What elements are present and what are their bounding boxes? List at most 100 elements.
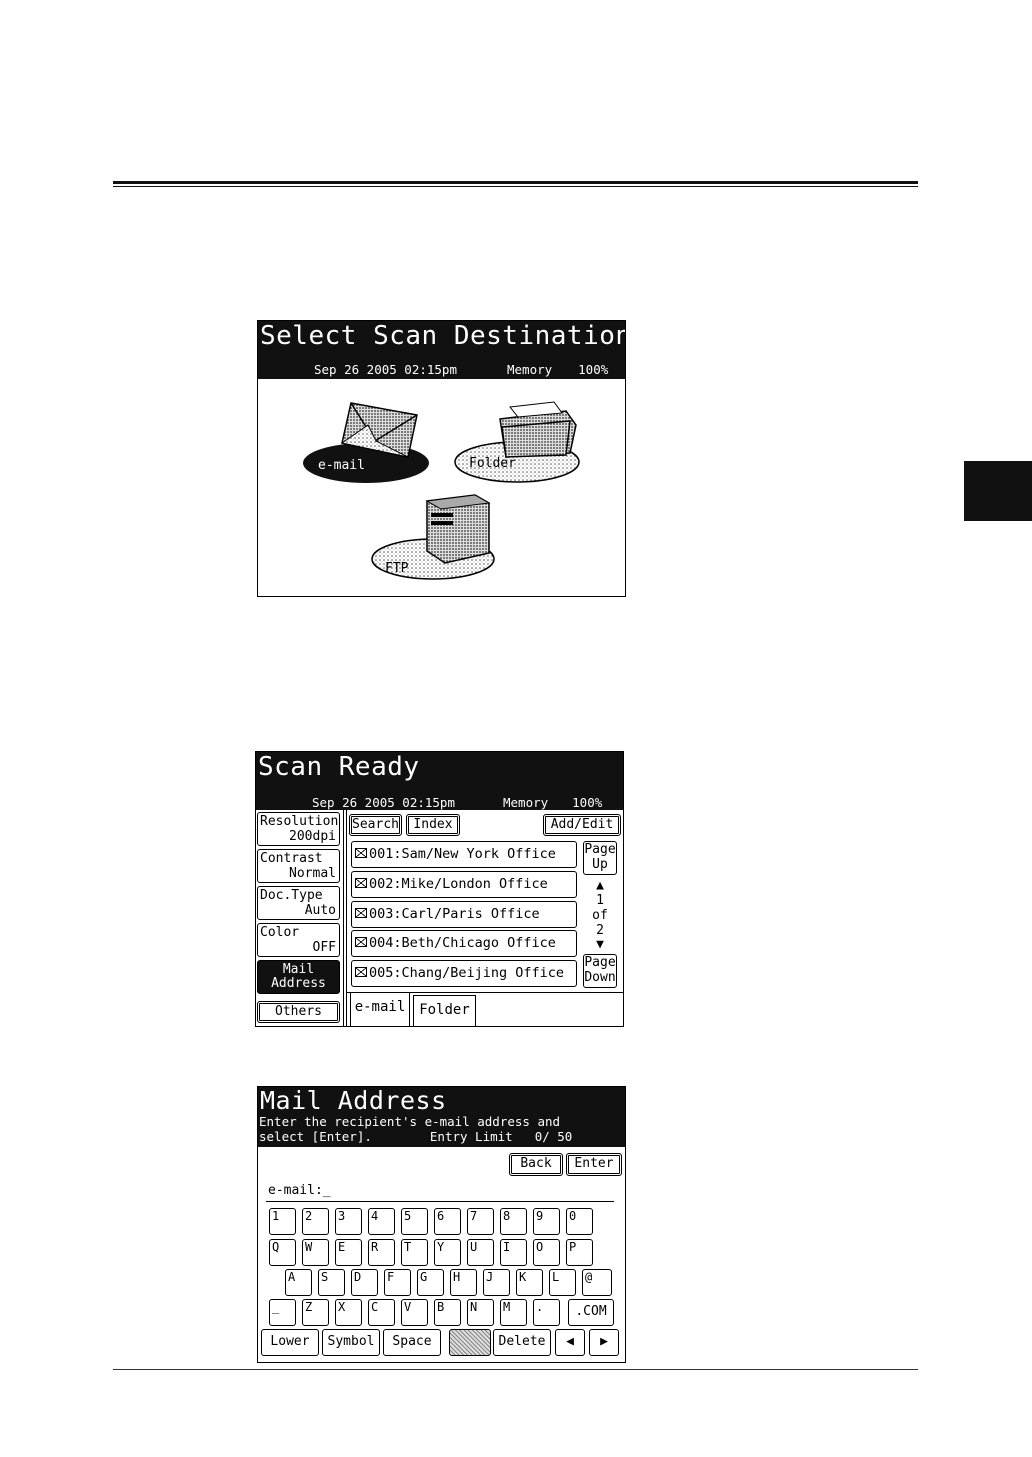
screen-header: Mail Address Enter the recipient's e-mai… [258, 1087, 625, 1147]
key-p[interactable]: P [566, 1239, 593, 1266]
add-edit-button[interactable]: Add/Edit [543, 814, 621, 836]
key-5[interactable]: 5 [401, 1208, 428, 1235]
key-label: Symbol [327, 1334, 375, 1349]
doc-type-button[interactable]: Doc.Type Auto [257, 886, 340, 920]
email-field[interactable]: e-mail:_ [268, 1183, 331, 1198]
key-n[interactable]: N [467, 1299, 494, 1326]
key-0[interactable]: 0 [566, 1208, 593, 1235]
address-entry[interactable]: 001:Sam/New York Office [351, 841, 577, 868]
address-entry[interactable]: 003:Carl/Paris Office [351, 901, 577, 928]
key-x[interactable]: X [335, 1299, 362, 1326]
key-period[interactable]: . [533, 1299, 560, 1326]
key-t[interactable]: T [401, 1239, 428, 1266]
page-down-label-1: Page [584, 955, 616, 970]
lower-button[interactable]: Lower [261, 1329, 319, 1356]
mail-address-label-2: Address [271, 976, 326, 991]
key-g[interactable]: G [417, 1269, 444, 1296]
key-1[interactable]: 1 [269, 1208, 296, 1235]
page-up-button[interactable]: Page Up [583, 841, 617, 875]
key-label: 1 [272, 1209, 280, 1223]
key-label: Z [305, 1300, 313, 1314]
resolution-button[interactable]: Resolution 200dpi [257, 812, 340, 846]
key-9[interactable]: 9 [533, 1208, 560, 1235]
key-label: X [338, 1300, 346, 1314]
tab-folder[interactable]: Folder [413, 995, 476, 1026]
key-label: B [437, 1300, 445, 1314]
key-b[interactable]: B [434, 1299, 461, 1326]
key-4[interactable]: 4 [368, 1208, 395, 1235]
key-7[interactable]: 7 [467, 1208, 494, 1235]
key-label: W [305, 1240, 313, 1254]
cursor-left-button[interactable]: ◀ [555, 1329, 585, 1356]
key-l[interactable]: L [549, 1269, 576, 1296]
key-label: F [387, 1270, 395, 1284]
key-dot-com[interactable]: .COM [568, 1299, 614, 1326]
page-total: 2 [596, 923, 604, 938]
key-3[interactable]: 3 [335, 1208, 362, 1235]
instruction-line-2: select [Enter]. [259, 1128, 372, 1144]
screen-title: Scan Ready [258, 752, 420, 782]
date-time: Sep 26 2005 02:15pm [314, 362, 457, 377]
key-y[interactable]: Y [434, 1239, 461, 1266]
destination-ftp[interactable]: FTP [371, 491, 496, 581]
key-label: 5 [404, 1209, 412, 1223]
enter-button[interactable]: Enter [566, 1153, 622, 1176]
key-h[interactable]: H [450, 1269, 477, 1296]
key-label: A [288, 1270, 296, 1284]
memory-percent: 100% [578, 362, 609, 377]
address-entry[interactable]: 004:Beth/Chicago Office [351, 930, 577, 957]
key-r[interactable]: R [368, 1239, 395, 1266]
destination-email[interactable]: e-mail [302, 401, 437, 486]
index-button[interactable]: Index [406, 814, 460, 836]
key-e[interactable]: E [335, 1239, 362, 1266]
key-s[interactable]: S [318, 1269, 345, 1296]
top-rule-thin [113, 186, 918, 187]
address-entry[interactable]: 002:Mike/London Office [351, 871, 577, 898]
doc-type-value: Auto [304, 903, 336, 918]
key-2[interactable]: 2 [302, 1208, 329, 1235]
key-i[interactable]: I [500, 1239, 527, 1266]
key-z[interactable]: Z [302, 1299, 329, 1326]
address-entry-text: 001:Sam/New York Office [369, 846, 556, 862]
key-at[interactable]: @ [582, 1269, 612, 1296]
key-v[interactable]: V [401, 1299, 428, 1326]
contrast-value: Normal [289, 866, 336, 881]
page-down-button[interactable]: Page Down [583, 954, 617, 988]
address-entry[interactable]: 005:Chang/Beijing Office [351, 960, 577, 987]
color-button[interactable]: Color OFF [257, 923, 340, 957]
key-q[interactable]: Q [269, 1239, 296, 1266]
key-j[interactable]: J [483, 1269, 510, 1296]
contrast-button[interactable]: Contrast Normal [257, 849, 340, 883]
disabled-key [449, 1329, 491, 1356]
scan-ready-screen: Scan Ready Sep 26 2005 02:15pm Memory 10… [255, 751, 624, 1027]
arrow-right-icon: ▶ [600, 1334, 608, 1349]
key-label: 8 [503, 1209, 511, 1223]
tab-email[interactable]: e-mail [350, 993, 410, 1026]
key-6[interactable]: 6 [434, 1208, 461, 1235]
key-d[interactable]: D [351, 1269, 378, 1296]
key-f[interactable]: F [384, 1269, 411, 1296]
destination-folder-label: Folder [469, 456, 516, 471]
key-c[interactable]: C [368, 1299, 395, 1326]
back-button[interactable]: Back [509, 1153, 563, 1176]
key-label: 6 [437, 1209, 445, 1223]
key-o[interactable]: O [533, 1239, 560, 1266]
cursor-right-button[interactable]: ▶ [589, 1329, 619, 1356]
delete-button[interactable]: Delete [493, 1329, 551, 1356]
space-button[interactable]: Space [383, 1329, 441, 1356]
key-8[interactable]: 8 [500, 1208, 527, 1235]
mail-address-button[interactable]: Mail Address [257, 960, 340, 994]
status-bar: Sep 26 2005 02:15pm Memory 100% [256, 782, 623, 810]
key-a[interactable]: A [285, 1269, 312, 1296]
key-u[interactable]: U [467, 1239, 494, 1266]
destination-folder[interactable]: Folder [454, 399, 584, 484]
symbol-button[interactable]: Symbol [322, 1329, 380, 1356]
key-w[interactable]: W [302, 1239, 329, 1266]
key-m[interactable]: M [500, 1299, 527, 1326]
key-underscore[interactable]: _ [269, 1299, 296, 1326]
search-button[interactable]: Search [349, 814, 402, 836]
others-button[interactable]: Others [257, 1001, 340, 1023]
mail-address-screen: Mail Address Enter the recipient's e-mai… [257, 1086, 626, 1363]
key-k[interactable]: K [516, 1269, 543, 1296]
memory-label: Memory [507, 362, 553, 377]
